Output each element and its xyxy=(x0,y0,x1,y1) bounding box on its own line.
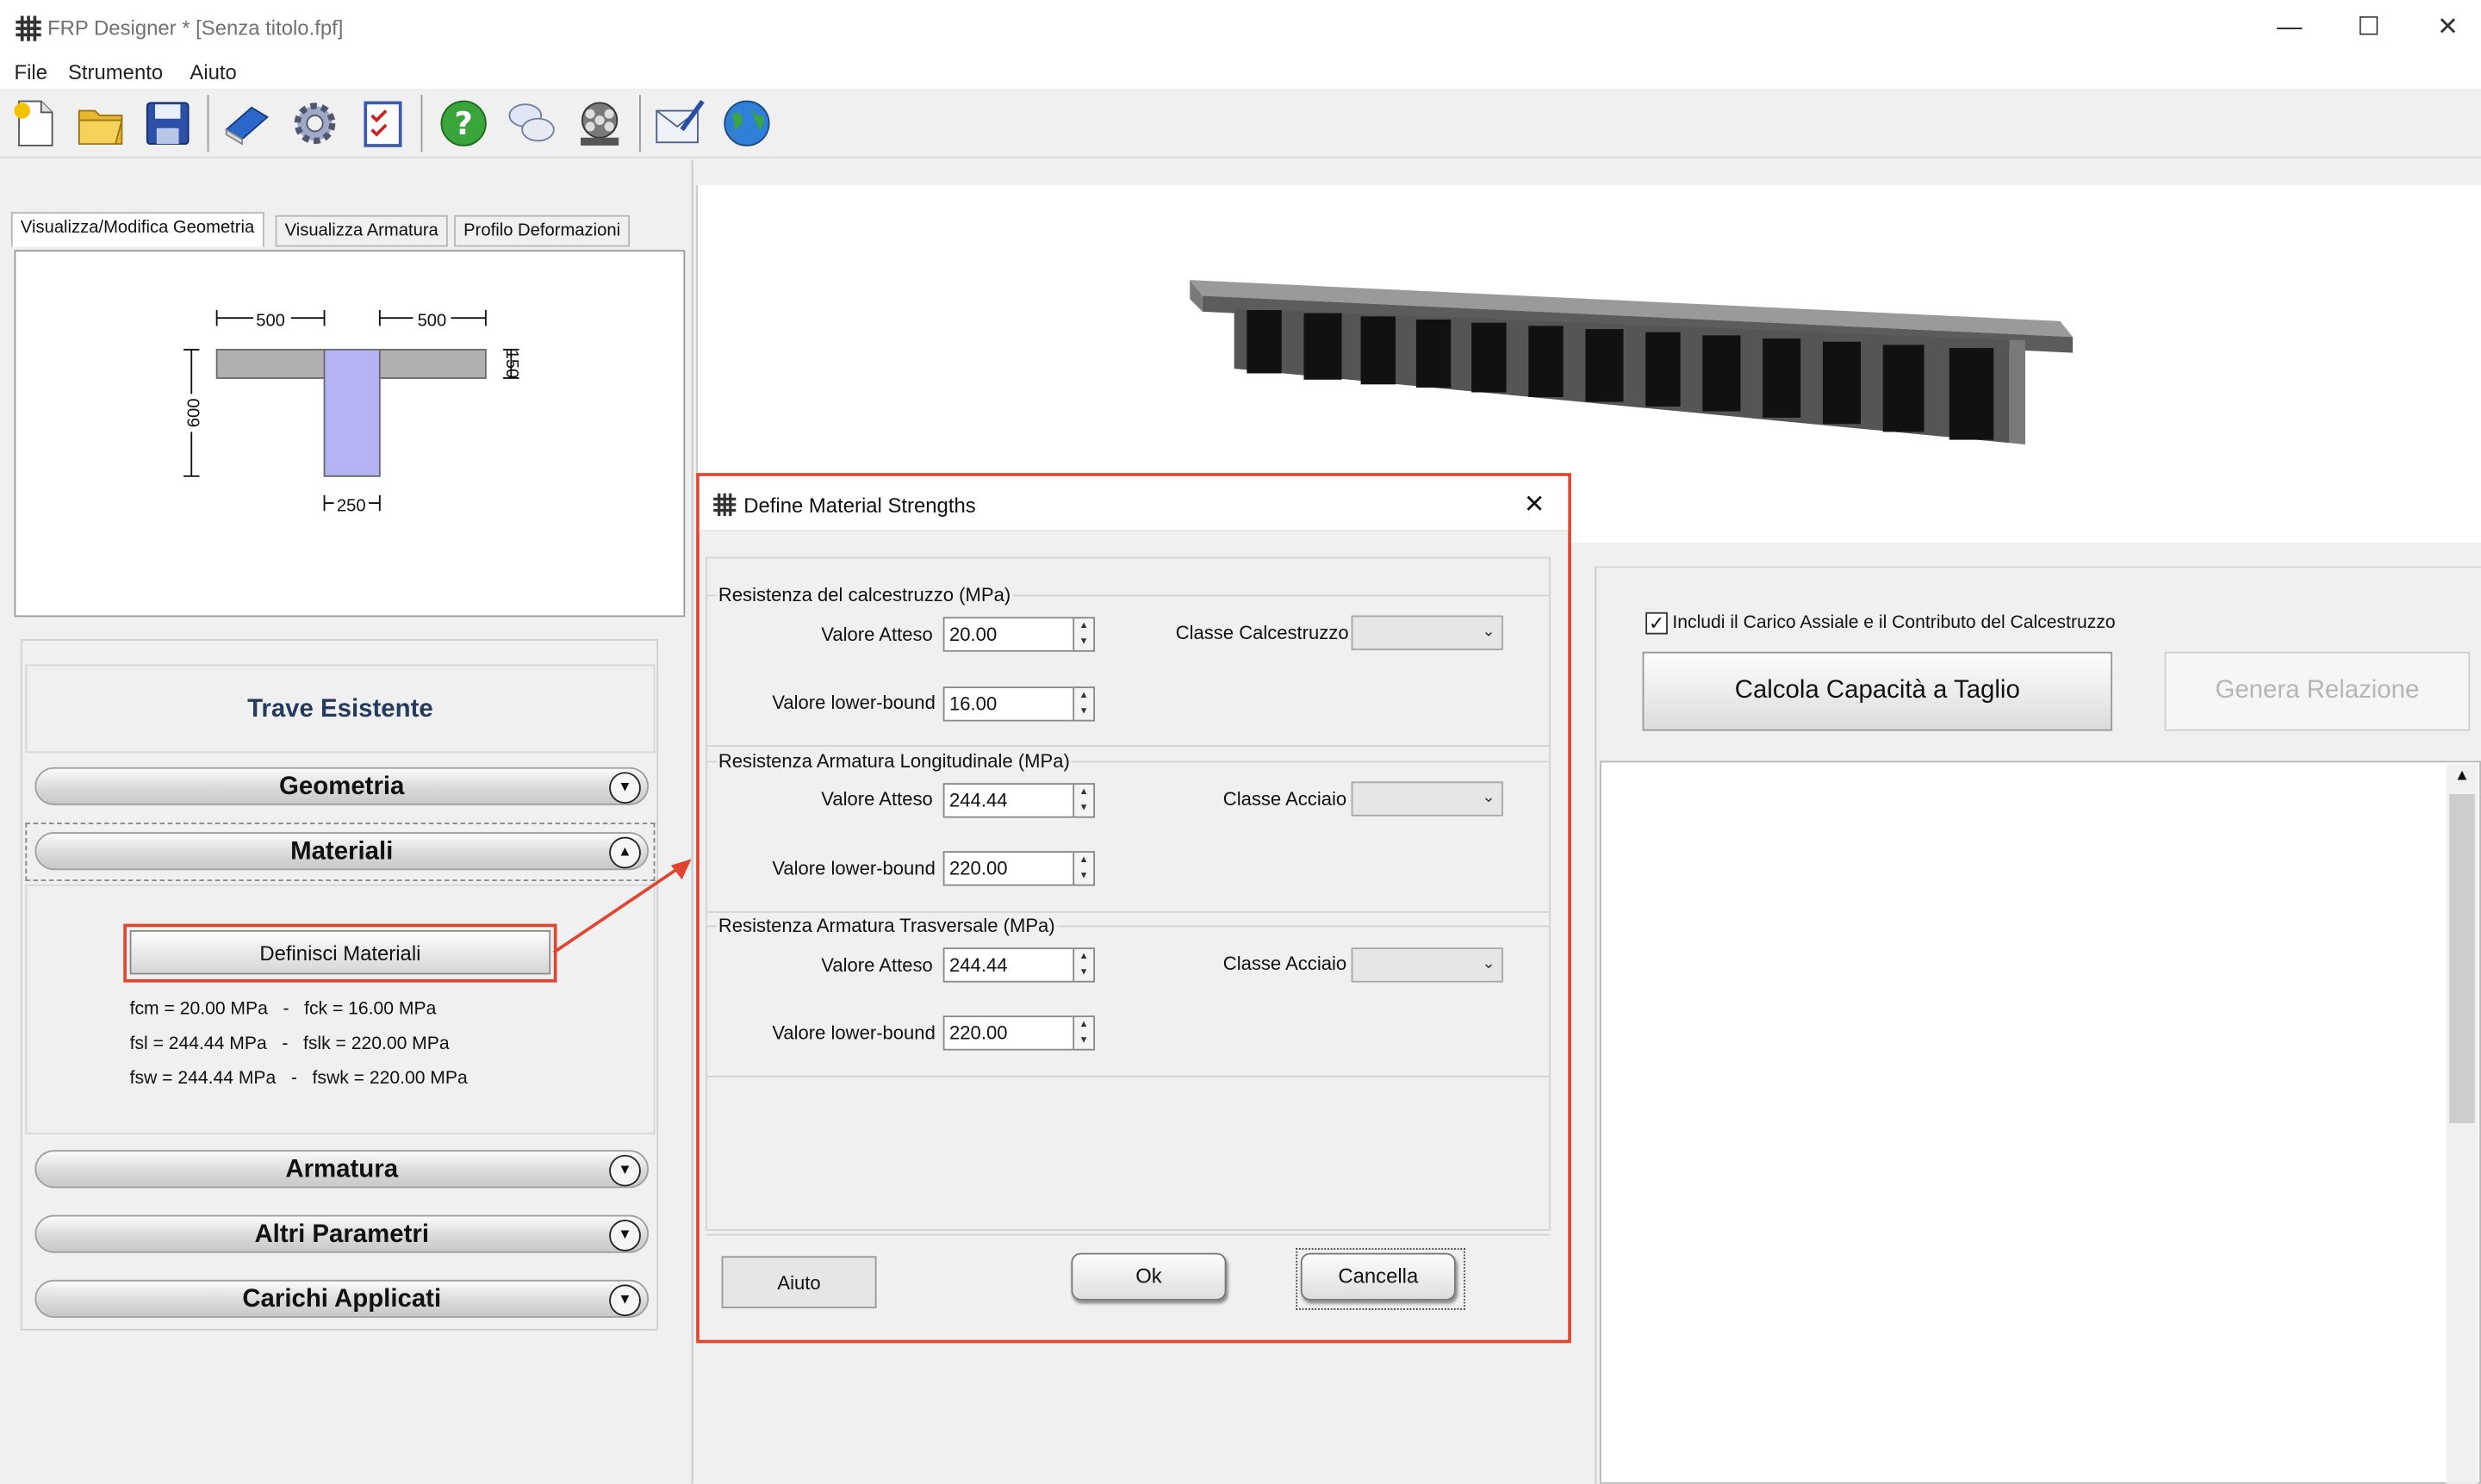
accordion-geometria[interactable]: Geometria ▼ xyxy=(34,767,650,805)
chevron-down-icon: ⌄ xyxy=(1482,623,1495,641)
minimize-icon[interactable]: — xyxy=(2266,9,2313,47)
concrete-expected-label: Valore Atteso xyxy=(821,623,933,646)
spinner-stepper[interactable]: ▲ ▼ xyxy=(1073,783,1096,818)
concrete-class-select[interactable]: ⌄ xyxy=(1351,615,1503,650)
longitudinal-expected-label: Valore Atteso xyxy=(821,787,933,810)
email-icon[interactable] xyxy=(650,95,707,152)
tee-section-drawing: 500 500 600 150 250 xyxy=(182,308,521,515)
dialog-title: Define Material Strengths xyxy=(743,494,976,518)
ok-button[interactable]: Ok xyxy=(1071,1252,1227,1301)
expand-icon: ▼ xyxy=(609,1220,641,1251)
accordion-label: Materiali xyxy=(290,838,394,866)
help-button[interactable]: Aiuto xyxy=(721,1256,877,1308)
dim-flange-left: 500 xyxy=(256,311,285,330)
section-preview: 500 500 600 150 250 xyxy=(14,250,686,618)
transverse-group-title: Resistenza Armatura Trasversale (MPa) xyxy=(717,914,1057,937)
concrete-group-title: Resistenza del calcestruzzo (MPa) xyxy=(717,583,1013,606)
spinner-stepper[interactable]: ▲ ▼ xyxy=(1073,617,1096,652)
accordion-label: Armatura xyxy=(285,1156,399,1183)
generate-report-button[interactable]: Genera Relazione xyxy=(2164,651,2471,731)
concrete-lower-label: Valore lower-bound xyxy=(772,691,936,714)
spinner-stepper[interactable]: ▲ ▼ xyxy=(1073,686,1096,722)
longitudinal-class-label: Classe Acciaio xyxy=(1222,787,1347,810)
new-document-icon[interactable] xyxy=(6,95,63,152)
transverse-class-select[interactable]: ⌄ xyxy=(1351,947,1503,983)
spinner-stepper[interactable]: ▲ ▼ xyxy=(1073,1015,1096,1051)
accordion-carichi[interactable]: Carichi Applicati ▼ xyxy=(34,1279,650,1319)
maximize-icon[interactable]: ☐ xyxy=(2345,9,2392,47)
film-reel-icon[interactable] xyxy=(571,95,628,152)
open-folder-icon[interactable] xyxy=(72,95,129,152)
dim-height: 600 xyxy=(184,399,203,428)
menu-strumento[interactable]: Strumento xyxy=(68,60,163,84)
toolbar-separator xyxy=(639,95,641,152)
checklist-icon[interactable] xyxy=(354,95,411,152)
summary-line-transverse: fsw = 244.44 MPa - fswk = 220.00 MPa xyxy=(129,1069,468,1089)
summary-line-concrete: fcm = 20.00 MPa - fck = 16.00 MPa xyxy=(129,999,437,1019)
menu-bar xyxy=(0,57,2481,89)
summary-line-longitudinal: fsl = 244.44 MPa - fslk = 220.00 MPa xyxy=(129,1034,450,1054)
toolbar-separator xyxy=(420,95,423,152)
settings-gear-icon[interactable] xyxy=(286,95,343,152)
tab-deformazioni[interactable]: Profilo Deformazioni xyxy=(454,214,631,247)
dialog-logo-icon xyxy=(713,493,737,516)
transverse-expected-label: Valore Atteso xyxy=(821,953,933,977)
tab-armatura[interactable]: Visualizza Armatura xyxy=(275,214,448,247)
callout-arrow xyxy=(552,859,692,954)
chevron-down-icon: ⌄ xyxy=(1482,789,1495,807)
window-title: FRP Designer * [Senza titolo.fpf] xyxy=(47,16,344,40)
title-bar xyxy=(0,0,2481,58)
expand-icon: ▼ xyxy=(609,772,641,804)
axial-load-label: Includi il Carico Assiale e il Contribut… xyxy=(1672,613,2116,633)
axial-load-checkbox[interactable]: ✓ xyxy=(1645,612,1668,635)
close-window-icon[interactable]: ✕ xyxy=(2424,9,2472,47)
scroll-up-icon[interactable]: ▲ xyxy=(2449,767,2474,790)
longitudinal-class-select[interactable]: ⌄ xyxy=(1351,781,1503,817)
help-icon[interactable]: ? xyxy=(435,95,492,152)
calc-shear-button[interactable]: Calcola Capacità a Taglio xyxy=(1642,651,2113,731)
dim-flange-thickness: 150 xyxy=(502,350,521,379)
svg-text:?: ? xyxy=(455,105,473,142)
accordion-label: Altri Parametri xyxy=(254,1220,429,1249)
chat-bubbles-icon[interactable] xyxy=(503,95,560,152)
app-logo-icon xyxy=(16,16,41,41)
transverse-class-label: Classe Acciaio xyxy=(1222,952,1347,975)
menu-aiuto[interactable]: Aiuto xyxy=(190,60,236,84)
manual-book-icon[interactable] xyxy=(218,95,275,152)
cancel-button[interactable]: Cancella xyxy=(1300,1252,1456,1301)
define-materials-button[interactable]: Definisci Materiali xyxy=(129,930,551,975)
chevron-down-icon: ⌄ xyxy=(1482,955,1495,973)
transverse-lower-label: Valore lower-bound xyxy=(772,1021,936,1045)
panel-heading: Trave Esistente xyxy=(247,696,433,723)
results-text-area[interactable] xyxy=(1599,761,2481,1484)
accordion-label: Geometria xyxy=(279,773,405,801)
accordion-label: Carichi Applicati xyxy=(242,1286,442,1313)
dialog-close-icon[interactable]: ✕ xyxy=(1524,489,1545,521)
beam-3d-model xyxy=(1190,280,2074,445)
accordion-altri-parametri[interactable]: Altri Parametri ▼ xyxy=(34,1214,650,1253)
scroll-thumb[interactable] xyxy=(2449,794,2475,1124)
dim-web-width: 250 xyxy=(337,496,366,515)
tab-geometria[interactable]: Visualizza/Modifica Geometria xyxy=(10,212,264,247)
globe-icon[interactable] xyxy=(718,95,775,152)
accordion-armatura[interactable]: Armatura ▼ xyxy=(34,1150,650,1189)
save-icon[interactable] xyxy=(140,95,196,152)
toolbar-separator xyxy=(207,95,209,152)
expand-icon: ▼ xyxy=(609,1154,641,1187)
spinner-stepper[interactable]: ▲ ▼ xyxy=(1073,947,1096,983)
concrete-class-label: Classe Calcestruzzo xyxy=(1175,621,1349,644)
menu-file[interactable]: File xyxy=(15,60,47,84)
top-strip xyxy=(696,159,2481,185)
dialog-divider xyxy=(706,1233,1551,1236)
spinner-stepper[interactable]: ▲ ▼ xyxy=(1073,851,1096,886)
longitudinal-lower-label: Valore lower-bound xyxy=(772,857,936,880)
longitudinal-group-title: Resistenza Armatura Longitudinale (MPa) xyxy=(717,749,1072,773)
dim-flange-right: 500 xyxy=(418,311,447,330)
expand-icon: ▼ xyxy=(609,1284,641,1317)
